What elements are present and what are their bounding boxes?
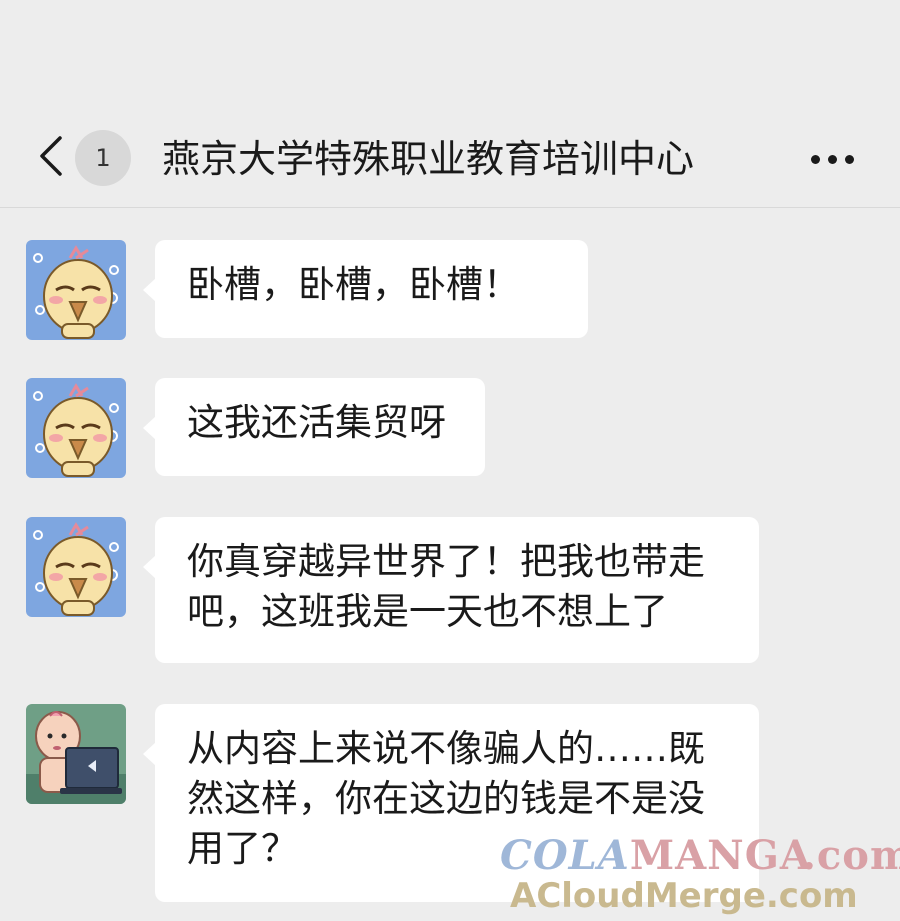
unread-count-badge[interactable]: 1 [75, 130, 131, 186]
watermark-cola: COLA [500, 832, 630, 879]
watermark-logo: COLAMANGA .com [500, 832, 900, 879]
more-dots-icon [807, 149, 858, 168]
message-row: 卧槽，卧槽，卧槽！ [26, 240, 876, 340]
header-divider [0, 207, 900, 208]
site-watermark: COLAMANGA .com ACloudMerge.com [500, 832, 900, 921]
message-row: 这我还活集贸呀 [26, 378, 876, 478]
watermark-com: .com [802, 832, 900, 879]
more-options-button[interactable] [802, 138, 862, 178]
chat-title: 燕京大学特殊职业教育培训中心 [162, 137, 695, 181]
watermark-site: ACloudMerge.com [510, 876, 858, 916]
watermark-manga: MANGA [629, 832, 812, 879]
message-bubble[interactable]: 你真穿越异世界了！把我也带走吧，这班我是一天也不想上了 [143, 517, 759, 663]
message-row: 你真穿越异世界了！把我也带走吧，这班我是一天也不想上了 [26, 517, 876, 663]
duck-avatar-icon [26, 240, 126, 340]
avatar[interactable] [26, 240, 126, 340]
message-bubble[interactable]: 卧槽，卧槽，卧槽！ [143, 240, 588, 338]
duck-avatar-icon [26, 378, 126, 478]
avatar[interactable] [26, 704, 126, 804]
back-button[interactable] [30, 134, 70, 182]
duck-avatar-icon [26, 517, 126, 617]
avatar[interactable] [26, 378, 126, 478]
avatar[interactable] [26, 517, 126, 617]
baby-laptop-avatar-icon [26, 704, 126, 804]
chevron-left-icon [36, 134, 64, 182]
message-bubble[interactable]: 这我还活集贸呀 [143, 378, 485, 476]
chat-header: 1 燕京大学特殊职业教育培训中心 [0, 0, 900, 208]
